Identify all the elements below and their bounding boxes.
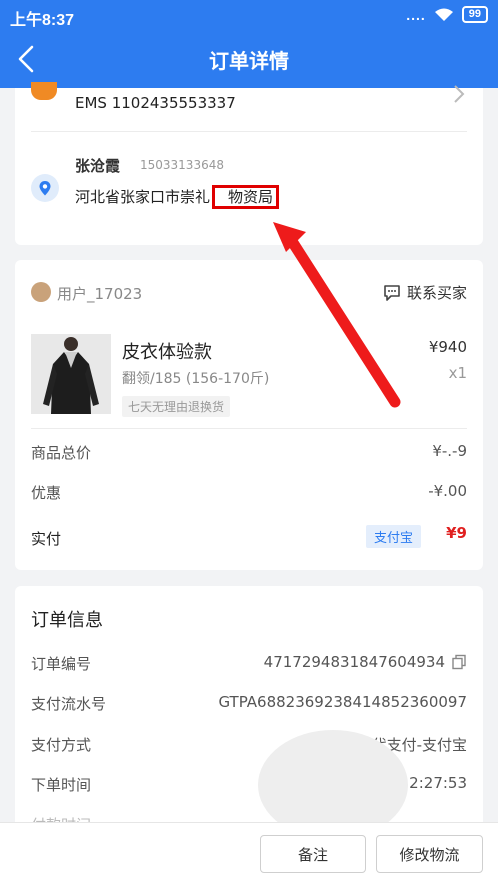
- wifi-icon: [434, 8, 453, 21]
- subtotal-value: ¥-.-9: [432, 442, 467, 460]
- payment-serial-value: GTPA6882369238414852360097: [218, 693, 467, 711]
- product-image[interactable]: [31, 334, 111, 414]
- payment-method-label: 支付方式: [31, 736, 92, 754]
- divider: [31, 428, 467, 429]
- jacket-image: [31, 334, 111, 414]
- tracking-line[interactable]: EMS 1102435553337: [75, 94, 236, 112]
- page-title: 订单详情: [209, 49, 289, 73]
- paid-value: ¥9: [446, 524, 467, 542]
- discount-value: -¥.00: [428, 482, 467, 500]
- order-number-label: 订单编号: [31, 655, 92, 673]
- chat-icon: [384, 284, 400, 301]
- order-card: 用户_17023 联系买家 皮衣体验款 翻领/185 (156-170斤) 七天…: [15, 260, 483, 570]
- receiver-name: 张沧霞: [75, 157, 121, 175]
- order-time-label: 下单时间: [31, 776, 92, 794]
- ems-icon: [31, 82, 57, 100]
- order-number-value: 4717294831847604934: [264, 653, 467, 671]
- paid-label: 实付: [31, 530, 62, 548]
- discount-label: 优惠: [31, 484, 62, 502]
- status-time: 上午8:37: [10, 12, 75, 29]
- status-bar: 上午8:37 .... 99: [0, 0, 498, 30]
- order-number-text: 4717294831847604934: [263, 653, 445, 671]
- status-icons: .... 99: [406, 6, 488, 23]
- modify-logistics-button[interactable]: 修改物流: [376, 835, 483, 873]
- copy-icon[interactable]: [451, 654, 467, 670]
- divider: [31, 131, 467, 132]
- product-price: ¥940: [428, 338, 467, 356]
- note-button[interactable]: 备注: [260, 835, 366, 873]
- contact-buyer-label: 联系买家: [406, 284, 467, 302]
- order-time-value: 2:27:53: [409, 774, 467, 792]
- receiver-phone: 15033133648: [140, 158, 224, 172]
- bottom-action-bar: 备注 修改物流: [0, 822, 498, 885]
- nav-bar: 订单详情: [0, 30, 498, 88]
- address-highlight: 物资局: [212, 185, 280, 209]
- product-spec: 翻领/185 (156-170斤): [122, 371, 270, 387]
- shipping-card: EMS 1102435553337 张沧霞 15033133648 河北省张家口…: [15, 82, 483, 245]
- location-icon: [31, 174, 59, 202]
- chevron-right-icon[interactable]: [453, 84, 465, 104]
- return-policy-tag: 七天无理由退换货: [122, 396, 231, 417]
- payment-serial-label: 支付流水号: [31, 695, 107, 713]
- product-name: 皮衣体验款: [122, 342, 212, 363]
- signal-icon: ....: [406, 6, 426, 23]
- avatar[interactable]: [31, 282, 51, 302]
- product-qty: x1: [448, 364, 467, 382]
- order-info-title: 订单信息: [31, 610, 103, 631]
- alipay-badge: 支付宝: [365, 525, 421, 548]
- battery-icon: 99: [461, 6, 488, 23]
- contact-buyer-button[interactable]: 联系买家: [383, 282, 467, 303]
- subtotal-label: 商品总价: [31, 444, 92, 462]
- address-prefix: 河北省张家口市崇礼: [75, 188, 211, 206]
- address-text: 河北省张家口市崇礼 物资局: [75, 185, 280, 209]
- buyer-name[interactable]: 用户_17023: [57, 283, 142, 304]
